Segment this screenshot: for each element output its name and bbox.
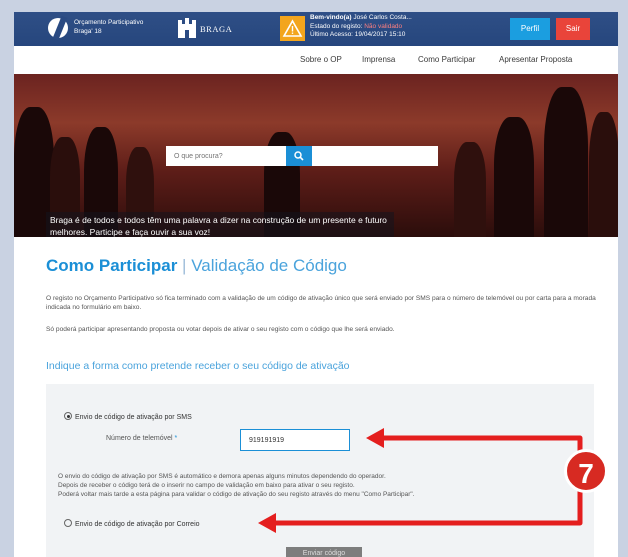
page: Orçamento Participativo Braga' 18 BRAGA … — [14, 12, 618, 557]
step-badge: 7 — [564, 449, 608, 493]
arrow-head-phone — [366, 428, 384, 448]
annotation-arrows — [258, 428, 583, 533]
arrow-head-mail — [258, 513, 276, 533]
arrow-to-mail — [272, 486, 583, 526]
arrow-to-phone — [380, 435, 583, 486]
